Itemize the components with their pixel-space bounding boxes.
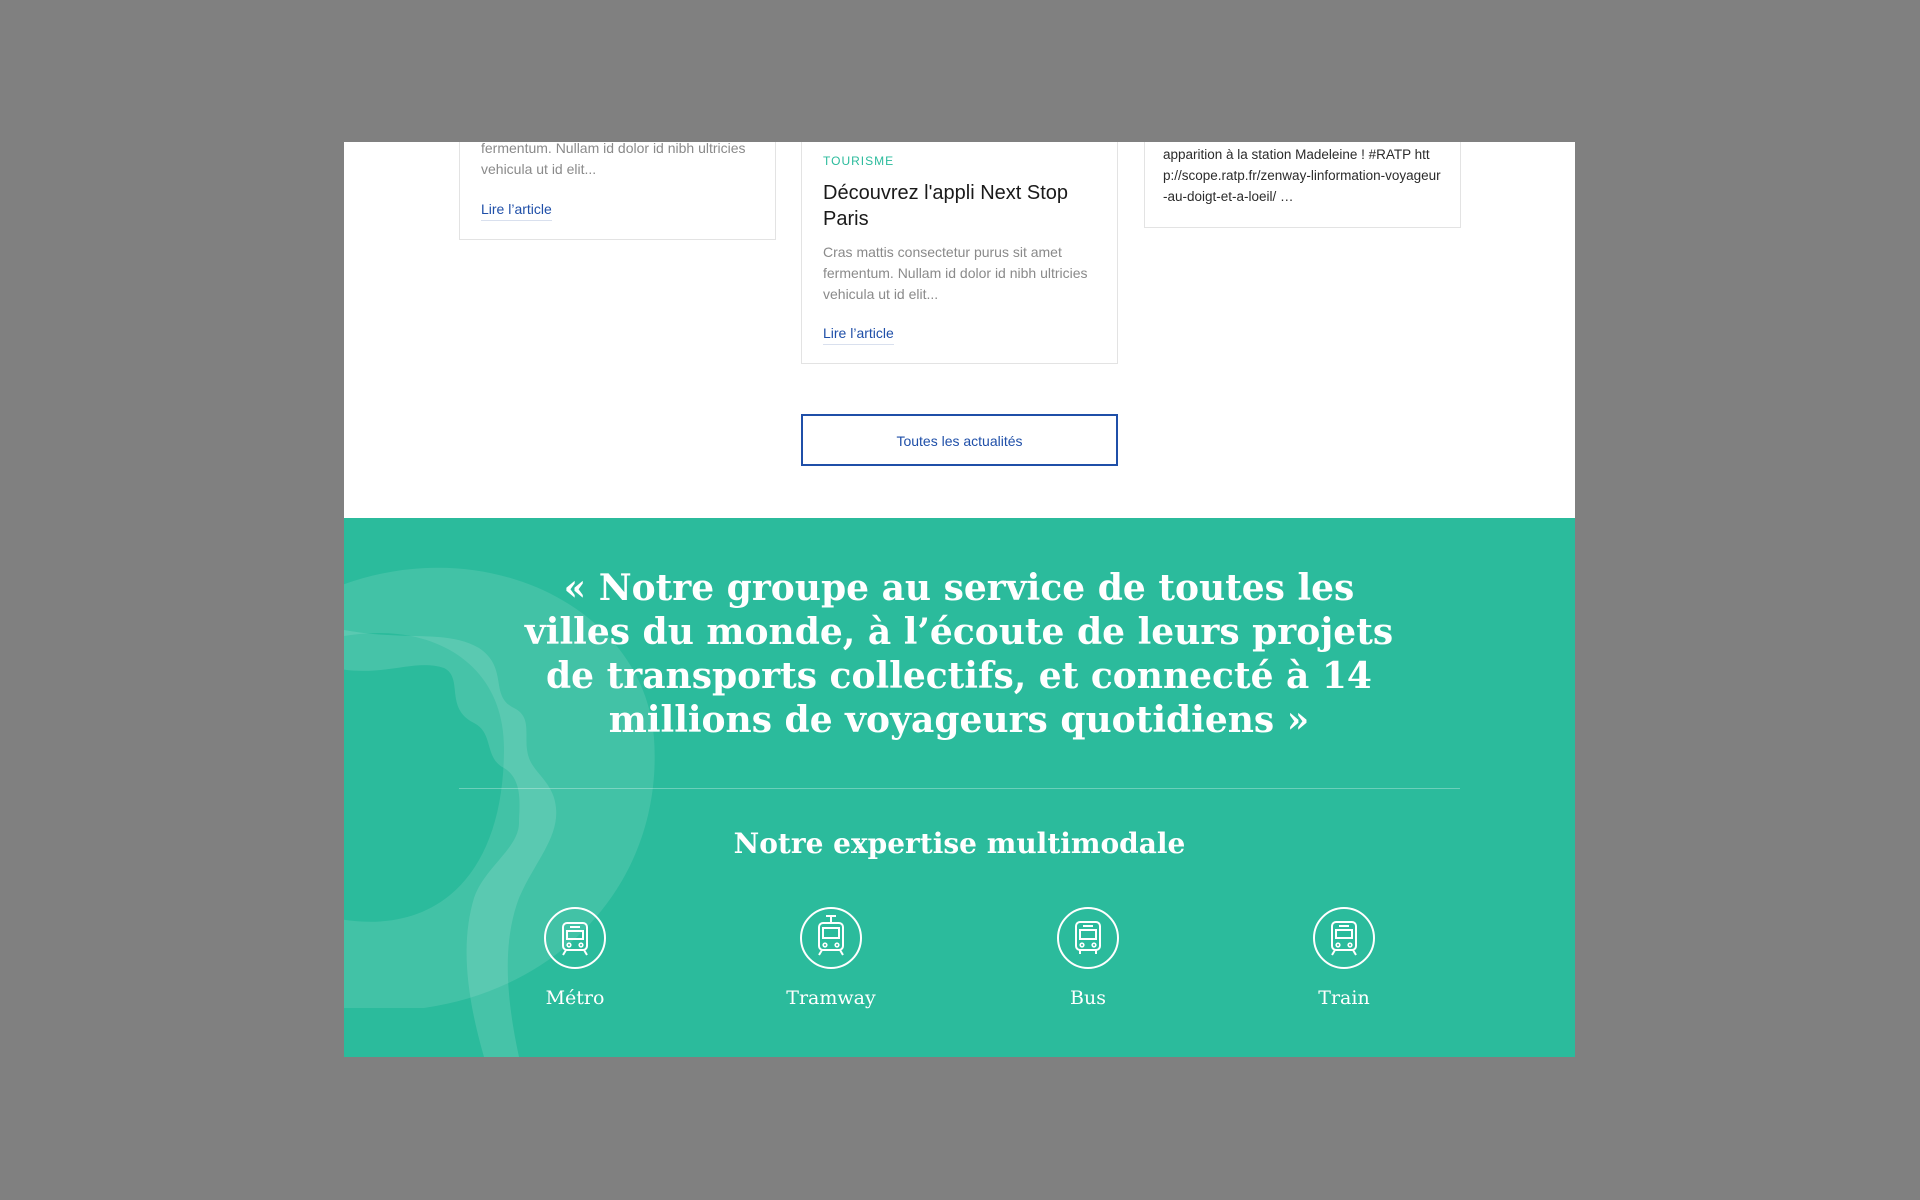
train-icon: [1313, 907, 1375, 969]
mode-metro[interactable]: Métro: [495, 906, 655, 1010]
mode-label: Métro: [545, 987, 605, 1009]
read-article-link[interactable]: Lire l’article: [823, 324, 894, 345]
card-excerpt: fermentum. Nullam id dolor id nibh ultri…: [481, 142, 746, 177]
mode-bus[interactable]: Bus: [1008, 906, 1168, 1010]
tweet-card: apparition à la station Madeleine ! #RAT…: [1144, 142, 1461, 228]
tramway-icon: [800, 907, 862, 969]
card-category: TOURISME: [823, 154, 895, 168]
group-presentation-section: « Notre groupe au service de toutes les …: [344, 518, 1575, 1057]
news-card: fermentum. Nullam id dolor id nibh ultri…: [459, 142, 776, 240]
group-quote: « Notre groupe au service de toutes les …: [524, 567, 1394, 741]
mode-tramway[interactable]: Tramway: [751, 906, 911, 1010]
metro-icon: [544, 907, 606, 969]
read-article-link[interactable]: Lire l’article: [481, 200, 552, 221]
mode-label: Train: [1318, 987, 1370, 1009]
all-news-button[interactable]: Toutes les actualités: [801, 414, 1118, 466]
tweet-text: apparition à la station Madeleine ! #RAT…: [1163, 147, 1441, 204]
news-section: fermentum. Nullam id dolor id nibh ultri…: [344, 142, 1575, 518]
news-card: TOURISME Découvrez l'appli Next Stop Par…: [801, 142, 1118, 364]
expertise-title: Notre expertise multimodale: [733, 827, 1186, 860]
page-viewport: fermentum. Nullam id dolor id nibh ultri…: [344, 142, 1575, 1057]
card-title[interactable]: Découvrez l'appli Next Stop Paris: [823, 180, 1093, 232]
card-excerpt: Cras mattis consectetur purus sit amet f…: [823, 244, 1088, 302]
bus-icon: [1057, 907, 1119, 969]
section-divider: [459, 788, 1460, 789]
mode-label: Tramway: [786, 987, 876, 1009]
mode-train[interactable]: Train: [1264, 906, 1424, 1010]
mode-label: Bus: [1070, 987, 1106, 1009]
